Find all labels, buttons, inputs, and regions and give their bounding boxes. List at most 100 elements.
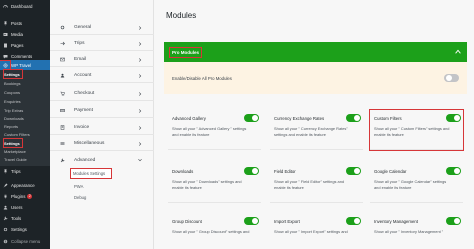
module-name: Group Discount [172,219,202,224]
tab-email[interactable]: Email [50,53,154,67]
module-description: Show all your " Custom Filters" settings… [374,126,450,137]
page-title: Modules [166,11,197,20]
subtab-debug[interactable]: Debug [72,193,88,202]
module-name: Currency Exchange Rates [274,116,325,121]
module-card-inventory-management: Inventory Management Show all your " Inv… [370,213,463,249]
module-toggle-field-editor[interactable] [346,167,361,175]
tab-payment-label: Payment [74,108,93,113]
submenu-downloads[interactable]: Downloads [4,114,50,122]
menu-trips-label: Trips [11,168,21,174]
module-toggle-group-discount[interactable] [244,217,259,225]
menu-users-label: Users [11,204,23,210]
submenu-marketplace[interactable]: Marketplace [4,147,50,155]
menu-media[interactable]: Media [0,29,50,39]
menu-settings[interactable]: Settings [0,224,50,234]
payment-icon [50,108,74,113]
menu-posts[interactable]: Posts [0,18,50,28]
menu-users[interactable]: Users [0,202,50,212]
menu-trips[interactable]: Trips [0,166,50,176]
chevron-right-icon [139,41,142,46]
menu-pages-label: Pages [11,42,24,48]
plugin-icon [0,194,10,199]
menu-tools[interactable]: Tools [0,213,50,223]
submenu-bookings[interactable]: Bookings [4,79,50,87]
chevron-right-icon [139,108,142,113]
menu-appearance[interactable]: Appearance [0,180,50,190]
module-toggle-currency-exchange[interactable] [346,114,361,122]
menu-comments-label: Comments [11,53,33,59]
tab-payment[interactable]: Payment [50,104,154,118]
subtab-pwa[interactable]: PWA [72,182,85,191]
module-card-custom-filters: Custom Filters Show all your " Custom Fi… [369,109,464,151]
module-card-group-discount: Group Discount Show all your " Group Dis… [168,213,261,249]
settings-navigation: General Trips Email Account Checkout Pay… [50,0,154,249]
module-toggle-advanced-gallery[interactable] [244,114,259,122]
module-toggle-custom-filters[interactable] [446,114,461,122]
module-toggle-inventory-management[interactable] [446,217,461,225]
tab-checkout-label: Checkout [74,91,95,96]
module-description: Show all your " Import Export" settings … [274,229,348,234]
enable-all-toggle[interactable] [444,74,459,82]
module-name: Downloads [172,169,194,174]
module-description: Show all your " Inventory Management " [374,229,444,234]
module-card-downloads: Downloads Show all your " Downloads" set… [168,163,261,203]
tab-checkout[interactable]: Checkout [50,87,154,101]
wp-admin-menu: Dashboard Posts Media Pages Comments WP … [0,0,50,249]
submenu-custom-filters[interactable]: Custom Filters [4,130,50,138]
module-card-import-export: Import Export Show all your " Import Exp… [270,213,363,249]
submenu-travel-guide[interactable]: Travel Guide [4,155,50,163]
submenu-trip-extras[interactable]: Trip Extras [4,106,50,114]
misc-icon [50,141,74,146]
module-description: Show all your " Currency Exchange Rates"… [274,126,348,137]
modules-panel: Modules Pro Modules Enable/Disable All P… [154,0,474,249]
module-description: Show all your " Google Calendar" setting… [374,179,447,190]
submenu-settings[interactable]: Settings [3,138,23,148]
subtab-modules-settings[interactable]: Modules Settings [70,168,112,179]
wrench-icon [0,216,10,221]
menu-pages[interactable]: Pages [0,40,50,50]
pin-icon [0,168,10,174]
tab-trips[interactable]: Trips [50,37,154,51]
gauge-icon [0,4,10,9]
user-icon [0,205,10,210]
tab-general-label: General [74,25,92,30]
tab-miscellaneous[interactable]: Miscellaneous [50,137,154,151]
module-name: Google Calendar [374,169,407,174]
tab-general[interactable]: General [50,21,154,35]
module-name: Custom Filters [374,116,402,121]
module-toggle-google-calendar[interactable] [446,167,461,175]
module-card-currency-exchange: Currency Exchange Rates Show all your " … [270,110,363,150]
module-name: Import Export [274,219,300,224]
chevron-right-icon [139,57,142,62]
pro-modules-label: Pro Modules [169,47,202,57]
module-toggle-downloads[interactable] [244,167,259,175]
media-icon [0,32,10,37]
advanced-icon [50,158,74,163]
account-icon [50,73,74,78]
submenu-enquiries[interactable]: Enquiries [4,97,50,105]
submenu-coupons[interactable]: Coupons [4,88,50,96]
cart-icon [50,91,74,96]
module-card-google-calendar: Google Calendar Show all your " Google C… [370,163,463,203]
collapse-menu-button[interactable]: Collapse menu [0,236,50,246]
travel-icon [0,60,11,70]
submenu-settings-top[interactable]: Settings [3,69,23,79]
submenu-reports[interactable]: Reports [4,122,50,130]
menu-media-label: Media [11,31,23,37]
menu-posts-label: Posts [11,20,22,26]
chevron-up-icon [455,49,461,54]
tab-invoice-label: Invoice [74,125,90,130]
tab-invoice[interactable]: Invoice [50,121,154,135]
module-description: Show all your " Group Discount" settings… [172,229,250,234]
tab-account[interactable]: Account [50,69,154,83]
menu-wp-travel[interactable]: WP Travel [0,60,50,70]
module-name: Inventory Management [374,219,418,224]
chevron-down-icon [138,159,142,162]
menu-wp-travel-label: WP Travel [11,62,32,68]
tab-advanced[interactable]: Advanced [50,153,154,167]
brush-icon [0,183,10,188]
module-toggle-import-export[interactable] [346,217,361,225]
pro-modules-section-header[interactable]: Pro Modules [164,42,467,62]
menu-plugins[interactable]: Plugins 2 [0,191,50,201]
menu-dashboard[interactable]: Dashboard [0,1,50,11]
